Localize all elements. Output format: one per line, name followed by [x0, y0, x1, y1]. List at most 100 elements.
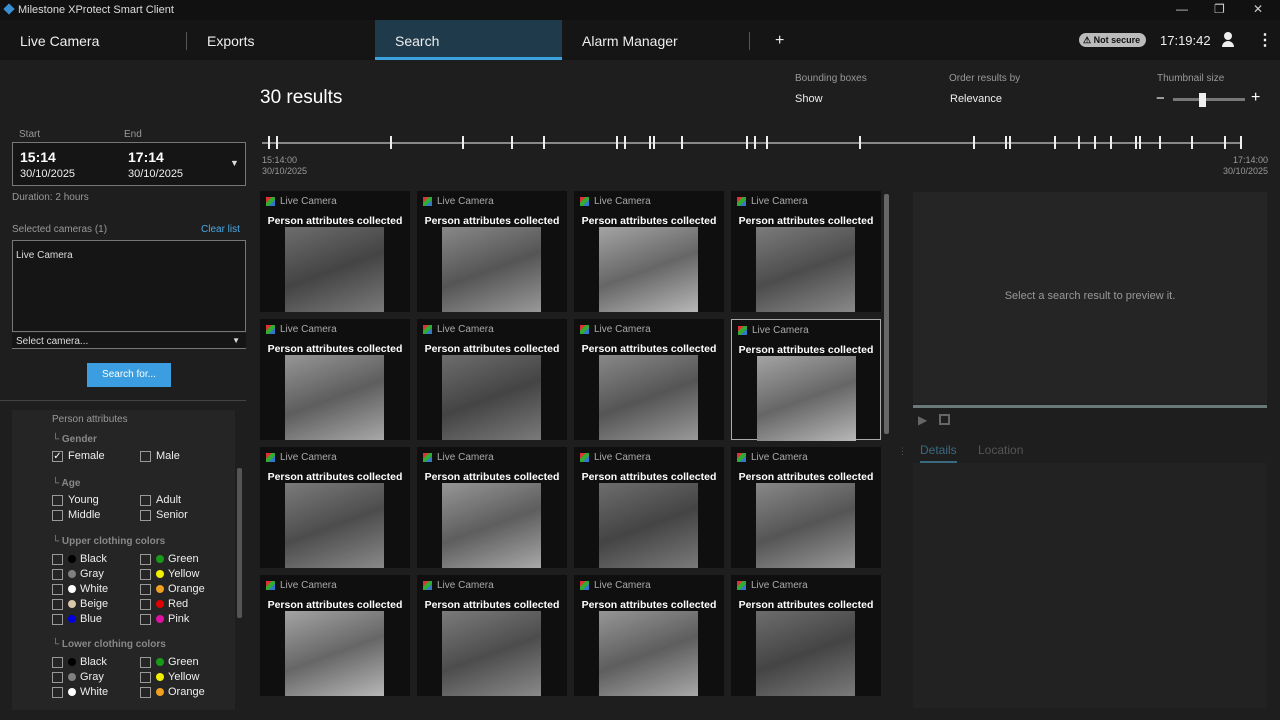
- result-thumbnail[interactable]: Live Camera Person attributes collected: [417, 575, 567, 696]
- checkbox-upper-yellow[interactable]: Yellow: [140, 568, 199, 583]
- timeline-mark[interactable]: [1223, 136, 1226, 149]
- timeline-mark[interactable]: [1009, 136, 1012, 149]
- tab-search[interactable]: Search: [375, 20, 562, 60]
- timeline-mark[interactable]: [389, 136, 392, 149]
- filters-scrollbar[interactable]: [237, 468, 242, 618]
- camera-list-item[interactable]: Live Camera: [16, 250, 73, 261]
- checkbox[interactable]: [52, 598, 63, 610]
- search-for-button[interactable]: Search for...: [87, 363, 171, 387]
- splitter-handle[interactable]: ⋮: [898, 446, 907, 457]
- clear-list-link[interactable]: Clear list: [201, 224, 240, 235]
- timeline-mark[interactable]: [754, 136, 756, 149]
- close-button[interactable]: ✕: [1253, 2, 1263, 16]
- add-tab-button[interactable]: +: [775, 20, 784, 60]
- checkbox[interactable]: [52, 686, 63, 698]
- timeline-mark[interactable]: [1094, 136, 1097, 149]
- result-thumbnail[interactable]: Live Camera Person attributes collected: [574, 575, 724, 696]
- tab-location[interactable]: Location: [978, 443, 1023, 457]
- checkbox-upper-green[interactable]: Green: [140, 553, 199, 568]
- checkbox-lower-orange[interactable]: Orange: [140, 686, 205, 701]
- order-by-dropdown[interactable]: Relevance: [950, 93, 1002, 105]
- select-camera-dropdown[interactable]: Select camera... ▼: [12, 333, 246, 349]
- timeline-mark[interactable]: [268, 136, 270, 149]
- result-thumbnail[interactable]: Live Camera Person attributes collected: [417, 319, 567, 440]
- checkbox-lower-gray[interactable]: Gray: [52, 671, 104, 686]
- export-icon[interactable]: [939, 414, 950, 425]
- checkbox[interactable]: [52, 656, 63, 668]
- checkbox[interactable]: [52, 671, 63, 683]
- checkbox-upper-orange[interactable]: Orange: [140, 583, 205, 598]
- checkbox-male[interactable]: Male: [140, 450, 180, 465]
- timeline-mark[interactable]: [1110, 136, 1113, 149]
- tab-details[interactable]: Details: [920, 443, 957, 463]
- tab-exports[interactable]: Exports: [187, 20, 374, 60]
- more-menu-button[interactable]: ⋮: [1257, 30, 1273, 50]
- thumbnail-size-slider[interactable]: [1173, 98, 1245, 101]
- checkbox-lower-white[interactable]: White: [52, 686, 108, 701]
- checkbox-lower-green[interactable]: Green: [140, 656, 199, 671]
- checkbox-adult[interactable]: Adult: [140, 494, 181, 509]
- results-scrollbar[interactable]: [884, 194, 889, 434]
- checkbox[interactable]: [140, 553, 151, 565]
- result-thumbnail[interactable]: Live Camera Person attributes collected: [417, 191, 567, 312]
- result-thumbnail[interactable]: Live Camera Person attributes collected: [417, 447, 567, 568]
- timeline-mark[interactable]: [766, 136, 769, 149]
- timeline-mark[interactable]: [652, 136, 655, 149]
- play-icon[interactable]: ▶: [918, 413, 927, 427]
- timeline-mark[interactable]: [1053, 136, 1056, 149]
- result-thumbnail[interactable]: Live Camera Person attributes collected: [574, 191, 724, 312]
- timeline-mark[interactable]: [511, 136, 513, 149]
- result-thumbnail[interactable]: Live Camera Person attributes collected: [574, 319, 724, 440]
- checkbox-female[interactable]: ✓ Female: [52, 450, 105, 465]
- bounding-boxes-dropdown[interactable]: Show: [795, 93, 823, 105]
- result-thumbnail[interactable]: Live Camera Person attributes collected: [260, 319, 410, 440]
- maximize-button[interactable]: ❐: [1214, 2, 1225, 16]
- checkbox[interactable]: [52, 568, 63, 580]
- timeline-mark[interactable]: [543, 136, 546, 149]
- playback-timeline[interactable]: [913, 405, 1267, 408]
- result-thumbnail[interactable]: Live Camera Person attributes collected: [731, 447, 881, 568]
- checkbox[interactable]: [140, 568, 151, 580]
- checkbox[interactable]: [140, 656, 151, 668]
- checkbox-upper-red[interactable]: Red: [140, 598, 188, 613]
- thumbnail-slider-handle[interactable]: [1198, 93, 1206, 107]
- result-thumbnail[interactable]: Live Camera Person attributes collected: [731, 191, 881, 312]
- minimize-button[interactable]: —: [1176, 2, 1188, 16]
- timeline-mark[interactable]: [462, 136, 465, 149]
- checkbox-upper-gray[interactable]: Gray: [52, 568, 104, 583]
- result-thumbnail[interactable]: Live Camera Person attributes collected: [731, 319, 881, 441]
- timeline-mark[interactable]: [1240, 136, 1242, 149]
- checkbox[interactable]: [52, 553, 63, 565]
- timeline-mark[interactable]: [745, 136, 748, 149]
- timeline-mark[interactable]: [1005, 136, 1008, 149]
- checkbox-upper-beige[interactable]: Beige: [52, 598, 108, 613]
- checkbox-upper-blue[interactable]: Blue: [52, 613, 102, 628]
- checkbox-lower-black[interactable]: Black: [52, 656, 107, 671]
- result-thumbnail[interactable]: Live Camera Person attributes collected: [260, 447, 410, 568]
- timeline-mark[interactable]: [616, 136, 619, 149]
- user-icon[interactable]: [1221, 32, 1235, 48]
- timeline-mark[interactable]: [276, 136, 279, 149]
- not-secure-badge[interactable]: ⚠ Not secure: [1079, 33, 1147, 47]
- timeline-mark[interactable]: [624, 136, 627, 149]
- checkbox[interactable]: [140, 613, 151, 625]
- checkbox-lower-yellow[interactable]: Yellow: [140, 671, 199, 686]
- checkbox-senior[interactable]: Senior: [140, 509, 188, 524]
- checkbox[interactable]: [140, 671, 151, 683]
- checkbox-middle[interactable]: Middle: [52, 509, 100, 524]
- checkbox-upper-white[interactable]: White: [52, 583, 108, 598]
- checkbox[interactable]: [140, 598, 151, 610]
- checkbox[interactable]: [140, 583, 151, 595]
- checkbox-upper-pink[interactable]: Pink: [140, 613, 189, 628]
- time-range-picker[interactable]: 15:14 30/10/2025 17:14 30/10/2025 ▼: [12, 142, 246, 186]
- result-thumbnail[interactable]: Live Camera Person attributes collected: [260, 575, 410, 696]
- result-thumbnail[interactable]: Live Camera Person attributes collected: [731, 575, 881, 696]
- thumbnail-decrease-button[interactable]: −: [1156, 90, 1165, 107]
- timeline-mark[interactable]: [1159, 136, 1161, 149]
- timeline-mark[interactable]: [972, 136, 975, 149]
- chevron-down-icon[interactable]: ▼: [230, 158, 239, 168]
- checkbox-upper-black[interactable]: Black: [52, 553, 107, 568]
- timeline-mark[interactable]: [1078, 136, 1080, 149]
- checkbox-young[interactable]: Young: [52, 494, 99, 509]
- tab-alarm-manager[interactable]: Alarm Manager: [562, 20, 749, 60]
